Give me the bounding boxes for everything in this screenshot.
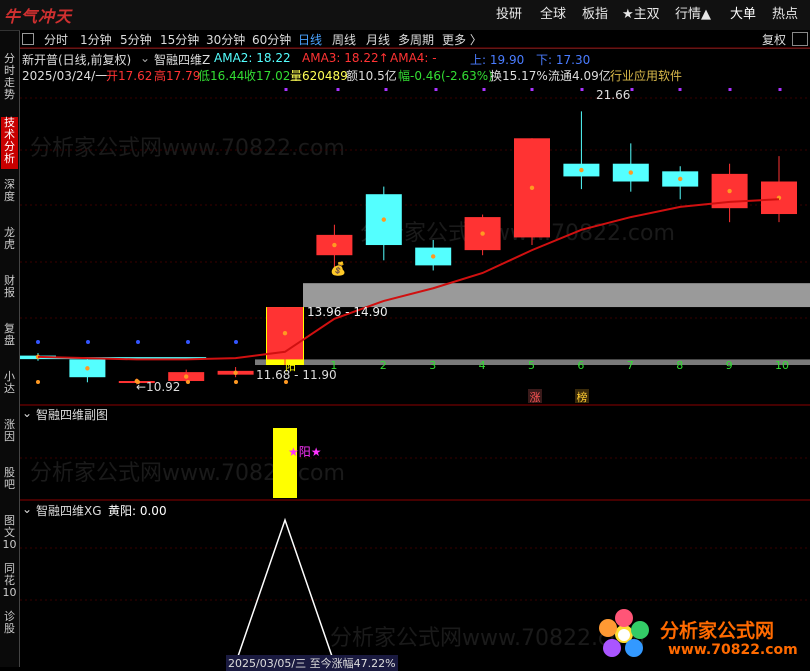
day-count-label: 2	[379, 359, 387, 372]
top-marker	[778, 88, 782, 91]
xg-panel-toggle-icon[interactable]: ⌄	[22, 502, 32, 516]
mid-dot	[381, 217, 386, 222]
mid-dot	[579, 167, 584, 173]
brand-name: 分析家公式网	[660, 620, 775, 642]
kline-chart[interactable]	[0, 0, 810, 667]
day-count-label: 9	[725, 359, 733, 372]
orange-marker	[186, 380, 190, 384]
orange-marker	[234, 380, 238, 384]
ranking-marker[interactable]: 榜	[575, 389, 589, 404]
top-marker	[434, 88, 438, 91]
xg-spike-line	[234, 517, 336, 666]
top-marker	[678, 88, 682, 91]
sub-panel-title: 智融四维副图	[36, 408, 109, 422]
mid-dot	[628, 170, 633, 175]
annot-range: 11.68 - 11.90	[256, 368, 337, 382]
blue-marker	[36, 340, 40, 344]
day-count-label: 8	[676, 359, 684, 372]
mid-dot	[431, 254, 436, 259]
xg-footer: 2025/03/05/三 至今涨幅47.22%	[226, 655, 398, 671]
brand-badge: 分析家公式网 www.70822.com	[598, 606, 808, 664]
annot-zone: 13.96 - 14.90	[307, 305, 388, 319]
day-count-label: 10	[775, 359, 789, 372]
annot-yang: 阳	[285, 360, 296, 373]
day-count-label: 6	[577, 359, 585, 372]
sub-signal-bar	[273, 428, 297, 498]
blue-marker	[234, 340, 238, 344]
mid-dot	[529, 185, 535, 191]
top-marker	[580, 88, 584, 91]
top-marker	[384, 88, 388, 91]
mid-dot	[85, 366, 90, 371]
day-count-label: 5	[528, 359, 535, 372]
sub-panel-toggle-icon[interactable]: ⌄	[22, 406, 32, 420]
top-marker	[482, 88, 486, 91]
mid-dot	[727, 188, 732, 194]
blue-marker	[86, 340, 90, 344]
annot-low: ←10.92	[136, 380, 181, 394]
day-count-label: 4	[478, 359, 486, 372]
flower-logo-icon	[599, 609, 649, 657]
mid-dot	[332, 242, 337, 248]
mid-dot	[678, 176, 683, 182]
annot-high: 21.66	[596, 88, 631, 102]
money-bag-icon[interactable]: 💰	[330, 262, 346, 277]
brand-url: www.70822.com	[668, 642, 798, 658]
orange-marker	[36, 380, 40, 384]
top-marker	[630, 88, 634, 91]
sub-panel-label: ★阳★	[288, 445, 322, 459]
mid-dot	[233, 370, 238, 375]
blue-marker	[136, 340, 140, 344]
day-count-label: 3	[429, 359, 437, 372]
top-marker	[336, 88, 340, 91]
top-marker	[728, 88, 732, 91]
mid-dot	[282, 331, 288, 336]
limit-up-marker[interactable]: 涨	[528, 389, 542, 404]
top-marker	[530, 88, 534, 91]
xg-panel-title: 智融四维XG	[36, 504, 102, 518]
mid-dot	[480, 231, 485, 236]
top-marker	[284, 88, 288, 91]
mid-dot	[184, 374, 189, 379]
blue-marker	[186, 340, 190, 344]
day-count-label: 1	[330, 359, 338, 372]
xg-panel-value: 黄阳: 0.00	[108, 504, 167, 518]
day-count-label: 7	[626, 359, 634, 372]
ma-line	[37, 198, 780, 361]
